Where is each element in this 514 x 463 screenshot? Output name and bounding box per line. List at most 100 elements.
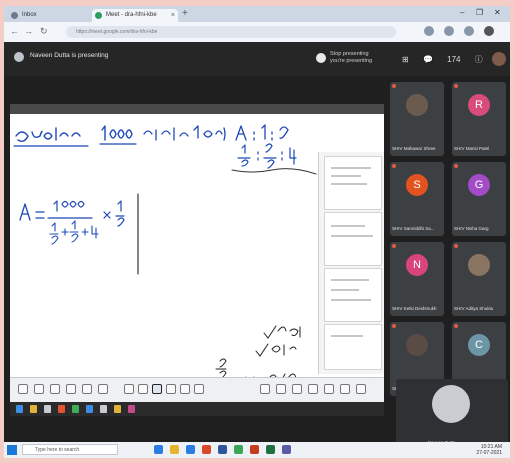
zoom-icon[interactable] bbox=[194, 384, 204, 394]
color-red-icon[interactable] bbox=[292, 384, 302, 394]
info-icon[interactable]: ⓘ bbox=[475, 55, 483, 64]
whiteboard-header bbox=[10, 104, 384, 114]
avatar: S bbox=[406, 174, 428, 196]
text-icon[interactable] bbox=[166, 384, 176, 394]
reload-icon[interactable]: ↻ bbox=[40, 26, 48, 37]
participants-icon[interactable]: ⊞ bbox=[402, 55, 409, 64]
pen-icon[interactable] bbox=[50, 384, 60, 394]
app-icon bbox=[30, 405, 37, 413]
app-icon bbox=[114, 405, 121, 413]
bookmark-icon[interactable] bbox=[444, 26, 454, 36]
color-blue-icon[interactable] bbox=[276, 384, 286, 394]
task-view-icon[interactable] bbox=[154, 445, 163, 454]
app-icon bbox=[58, 405, 65, 413]
new-tab-button[interactable]: + bbox=[182, 8, 188, 19]
chrome-icon[interactable] bbox=[234, 445, 243, 454]
participant-count: 174 bbox=[447, 55, 461, 64]
address-bar: ← → ↻ https://meet.google.com/dra-hfni-k… bbox=[4, 22, 510, 42]
shape-icon[interactable] bbox=[152, 384, 162, 394]
color-black-icon[interactable] bbox=[260, 384, 270, 394]
participant-name: SHIV Aditya Shukla bbox=[454, 306, 494, 311]
meet-top-icons: ⊞ 💬 174 ⓘ bbox=[402, 54, 495, 65]
tab-label: Meet - dra-hfni-kbe bbox=[106, 12, 157, 18]
mic-muted-icon bbox=[392, 84, 396, 88]
participant-tile[interactable]: SHIV Aditya Shukla bbox=[452, 242, 506, 316]
avatar: G bbox=[468, 174, 490, 196]
app-icon bbox=[16, 405, 23, 413]
lasso-icon[interactable] bbox=[138, 384, 148, 394]
whiteboard-toolbar bbox=[10, 377, 384, 402]
grid-icon[interactable] bbox=[324, 384, 334, 394]
extension-icon[interactable] bbox=[424, 26, 434, 36]
stroke-width-icon[interactable] bbox=[308, 384, 318, 394]
self-view-tile[interactable]: Naveen Dutta bbox=[396, 379, 508, 449]
file-explorer-icon[interactable] bbox=[170, 445, 179, 454]
thumbnail-4[interactable] bbox=[324, 324, 382, 370]
presenting-text: Naveen Dutta is presenting bbox=[30, 52, 109, 59]
shared-whiteboard: ‹ › + bbox=[10, 104, 384, 402]
mic-muted-icon bbox=[392, 324, 396, 328]
chat-icon[interactable]: 💬 bbox=[423, 55, 433, 64]
participant-tile[interactable]: G SHIV Nisha Garg bbox=[452, 162, 506, 236]
close-tab-icon[interactable]: × bbox=[171, 9, 175, 22]
participant-tile[interactable]: S SHIV Samriddhi Sa... bbox=[390, 162, 444, 236]
mic-muted-icon bbox=[454, 84, 458, 88]
mic-muted-icon bbox=[454, 244, 458, 248]
taskbar-search-input[interactable]: Type here to search bbox=[22, 444, 118, 455]
undo-icon[interactable] bbox=[18, 384, 28, 394]
edge-icon[interactable] bbox=[186, 445, 195, 454]
participant-tile[interactable]: N SHIV Ketki Deshmukh bbox=[390, 242, 444, 316]
avatar: C bbox=[468, 334, 490, 356]
avatar: N bbox=[406, 254, 428, 276]
marker-icon[interactable] bbox=[66, 384, 76, 394]
participant-name: SHIV Mahawar Shree bbox=[392, 146, 436, 151]
thumbnail-3[interactable] bbox=[324, 268, 382, 322]
close-window-button[interactable]: ✕ bbox=[494, 8, 501, 17]
minimize-button[interactable]: – bbox=[460, 8, 464, 17]
shared-screen-taskbar bbox=[10, 402, 384, 416]
tab-inbox[interactable]: Inbox bbox=[8, 9, 88, 22]
participant-name: SHIV Mansi Patel bbox=[454, 146, 490, 151]
profile-icon[interactable] bbox=[464, 26, 474, 36]
thumbnail-2[interactable] bbox=[324, 212, 382, 266]
taskbar-clock: 10:21 AM 27-07-2021 bbox=[476, 444, 502, 456]
powerpoint-icon[interactable] bbox=[202, 445, 211, 454]
self-avatar bbox=[432, 385, 470, 423]
tab-meet[interactable]: Meet - dra-hfni-kbe × bbox=[92, 9, 178, 22]
fullscreen-icon[interactable] bbox=[356, 384, 366, 394]
participant-tile[interactable]: R SHIV Mansi Patel bbox=[452, 82, 506, 156]
avatar bbox=[406, 94, 428, 116]
maximize-button[interactable]: ❐ bbox=[476, 8, 483, 17]
self-avatar-icon[interactable] bbox=[492, 52, 506, 66]
thumbnail-1[interactable] bbox=[324, 156, 382, 210]
meet-icon bbox=[95, 12, 102, 19]
presenter-avatar bbox=[14, 52, 24, 62]
url-input[interactable]: https://meet.google.com/dra-hfni-kbe bbox=[66, 26, 396, 38]
tab-label: Inbox bbox=[22, 12, 37, 18]
teams-icon[interactable] bbox=[282, 445, 291, 454]
app-icon bbox=[86, 405, 93, 413]
avatar: R bbox=[468, 94, 490, 116]
forward-icon[interactable]: → bbox=[24, 26, 33, 36]
word-icon[interactable] bbox=[218, 445, 227, 454]
meet-top-bar: Naveen Dutta is presenting Stop presenti… bbox=[4, 42, 510, 76]
menu-icon[interactable] bbox=[484, 26, 494, 36]
mic-muted-icon bbox=[392, 164, 396, 168]
excel-icon[interactable] bbox=[266, 445, 275, 454]
app-icon bbox=[72, 405, 79, 413]
select-icon[interactable] bbox=[124, 384, 134, 394]
mic-muted-icon bbox=[454, 164, 458, 168]
stop-presenting-button[interactable]: Stop presenting you're presenting bbox=[316, 51, 372, 65]
eraser-icon[interactable] bbox=[82, 384, 92, 394]
participant-tile[interactable]: SHIV Mahawar Shree bbox=[390, 82, 444, 156]
back-icon[interactable]: ← bbox=[10, 26, 19, 36]
image-icon[interactable] bbox=[180, 384, 190, 394]
clock-date: 27-07-2021 bbox=[476, 450, 502, 456]
windows-start-icon[interactable] bbox=[7, 445, 17, 455]
present-icon bbox=[316, 53, 326, 63]
app-icon[interactable] bbox=[250, 445, 259, 454]
settings-icon[interactable] bbox=[340, 384, 350, 394]
participant-name: SHIV Nisha Garg bbox=[454, 226, 489, 231]
redo-icon[interactable] bbox=[34, 384, 44, 394]
clear-icon[interactable] bbox=[98, 384, 108, 394]
